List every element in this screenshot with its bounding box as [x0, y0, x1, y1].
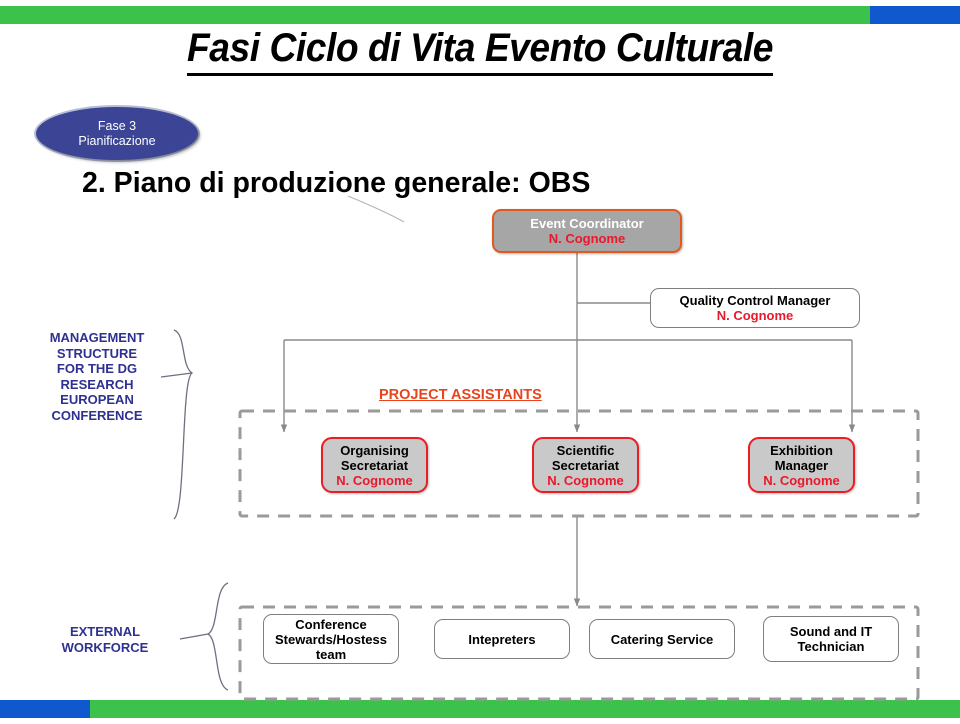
management-structure-label: MANAGEMENT STRUCTURE FOR THE DG RESEARCH… — [22, 330, 172, 423]
node-organising-secretariat[interactable]: Organising Secretariat N. Cognome — [321, 437, 428, 493]
node-catering-service-label: Catering Service — [610, 631, 714, 647]
top-decor-bar — [0, 6, 960, 24]
node-exhibition-manager[interactable]: Exhibition Manager N. Cognome — [748, 437, 855, 493]
project-assistants-label: PROJECT ASSISTANTS — [379, 387, 542, 403]
node-conference-stewards[interactable]: Conference Stewards/Hostess team — [263, 614, 399, 664]
external-workforce-label-l1: EXTERNAL — [69, 624, 141, 639]
bottom-bar-green-segment — [90, 700, 960, 718]
node-sound-it-technician[interactable]: Sound and IT Technician — [763, 616, 899, 662]
node-exhibition-manager-title-line2: Manager — [774, 457, 829, 473]
node-event-coordinator-person: N. Cognome — [548, 231, 626, 246]
page-title-text: Fasi Ciclo di Vita Evento Culturale — [187, 26, 773, 76]
external-workforce-brace-tip — [179, 633, 209, 640]
node-scientific-secretariat-title-line2: Secretariat — [551, 457, 620, 473]
page-title: Fasi Ciclo di Vita Evento Culturale — [34, 26, 927, 76]
bottom-bar-blue-segment — [0, 700, 90, 718]
node-conference-stewards-line3: team — [315, 646, 347, 662]
phase-badge: Fase 3 Pianificazione — [36, 107, 198, 160]
slide-subtitle: 2. Piano di produzione generale: OBS — [82, 167, 591, 199]
top-bar-green-segment — [0, 6, 870, 24]
node-conference-stewards-line2: Stewards/Hostess — [275, 631, 387, 647]
external-workforce-brace — [206, 582, 229, 691]
node-organising-secretariat-title-line2: Secretariat — [340, 457, 409, 473]
external-workforce-label-l2: WORKFORCE — [61, 639, 149, 655]
node-sound-it-technician-line1: Sound and IT — [789, 624, 873, 639]
node-organising-secretariat-person: N. Cognome — [336, 472, 413, 488]
node-catering-service[interactable]: Catering Service — [589, 619, 735, 659]
management-structure-label-l6: CONFERENCE — [51, 407, 143, 423]
management-structure-label-l1: MANAGEMENT — [49, 330, 145, 345]
node-scientific-secretariat[interactable]: Scientific Secretariat N. Cognome — [532, 437, 639, 493]
top-bar-blue-segment — [870, 6, 960, 24]
bottom-decor-bar — [0, 700, 960, 718]
node-event-coordinator[interactable]: Event Coordinator N. Cognome — [492, 209, 682, 253]
node-exhibition-manager-person: N. Cognome — [763, 472, 840, 488]
node-sound-it-technician-line2: Technician — [797, 639, 865, 654]
management-structure-label-l4: RESEARCH — [60, 376, 134, 392]
management-structure-label-l5: EUROPEAN — [60, 392, 134, 407]
node-conference-stewards-line1: Conference — [295, 616, 367, 632]
node-organising-secretariat-title-line1: Organising — [340, 442, 409, 458]
management-structure-brace — [173, 329, 194, 520]
node-quality-control-manager-person: N. Cognome — [716, 308, 794, 323]
management-structure-label-l2: STRUCTURE — [56, 345, 138, 361]
external-workforce-label: EXTERNAL WORKFORCE — [40, 624, 170, 655]
node-quality-control-manager[interactable]: Quality Control Manager N. Cognome — [650, 288, 860, 328]
node-exhibition-manager-title-line1: Exhibition — [770, 442, 833, 458]
management-structure-label-l3: FOR THE DG — [56, 361, 138, 376]
node-scientific-secretariat-person: N. Cognome — [547, 472, 624, 488]
node-quality-control-manager-title: Quality Control Manager — [679, 293, 831, 308]
node-scientific-secretariat-title-line1: Scientific — [556, 442, 615, 458]
node-intepreters-label: Intepreters — [468, 631, 536, 647]
node-intepreters[interactable]: Intepreters — [434, 619, 570, 659]
phase-badge-line1: Fase 3 — [97, 118, 137, 133]
node-event-coordinator-title: Event Coordinator — [530, 216, 644, 231]
phase-badge-line2: Pianificazione — [78, 133, 156, 148]
